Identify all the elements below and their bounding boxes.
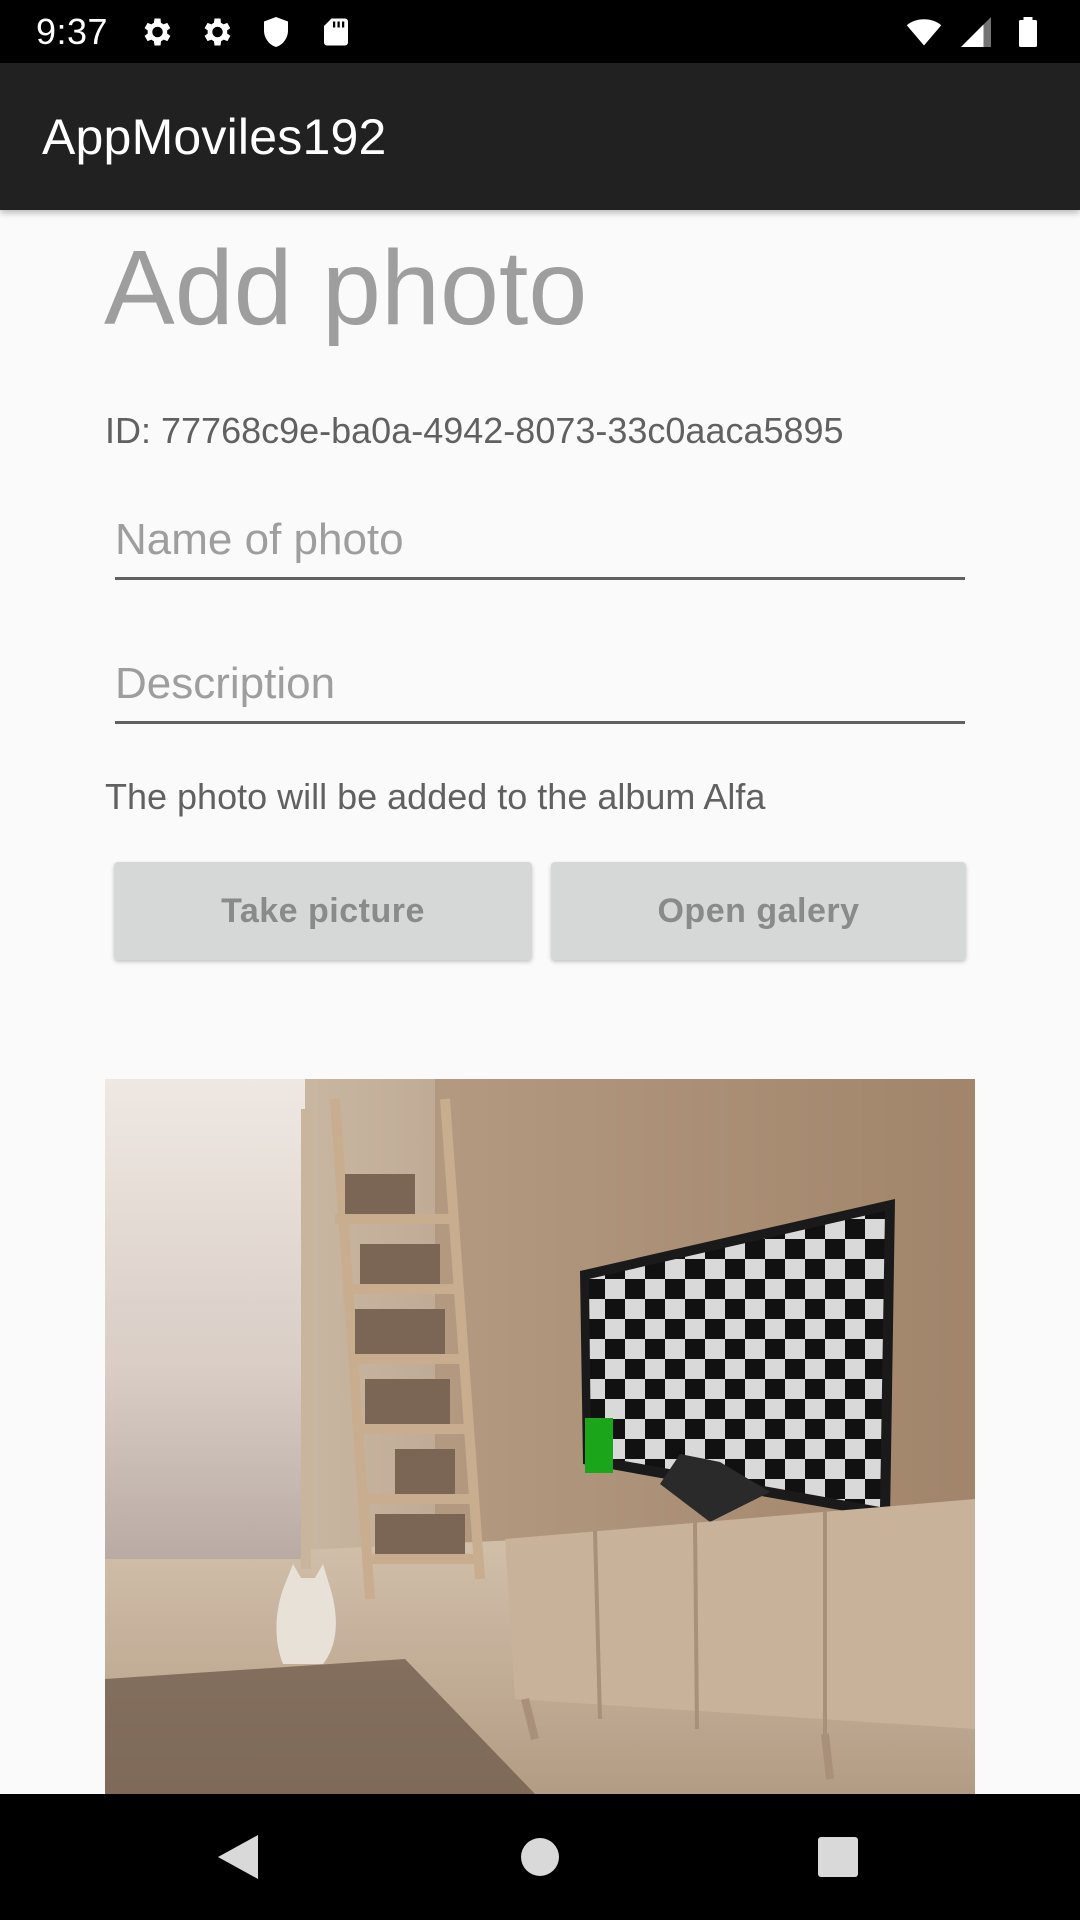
recents-button[interactable] xyxy=(805,1824,871,1890)
back-icon xyxy=(218,1835,258,1879)
recents-icon xyxy=(818,1837,858,1877)
app-bar: AppMoviles192 xyxy=(0,63,1080,210)
navigation-bar xyxy=(0,1794,1080,1920)
settings-icon xyxy=(144,18,171,45)
open-gallery-button[interactable]: Open galery xyxy=(551,862,966,960)
signal-icon xyxy=(961,16,991,47)
photo-name-input[interactable] xyxy=(115,510,965,580)
app-title: AppMoviles192 xyxy=(42,108,387,165)
shield-icon xyxy=(264,16,289,47)
battery-icon xyxy=(1019,16,1037,47)
notification-icons xyxy=(138,14,354,50)
home-icon xyxy=(521,1838,559,1876)
photo-description-input[interactable] xyxy=(115,654,965,724)
wifi-icon xyxy=(906,18,942,45)
back-button[interactable] xyxy=(205,1824,271,1890)
settings-icon xyxy=(204,18,231,45)
take-picture-button[interactable]: Take picture xyxy=(114,862,532,960)
photo-id-label: ID: 77768c9e-ba0a-4942-8073-33c0aaca5895 xyxy=(105,410,844,451)
sd-card-icon xyxy=(324,18,349,45)
photo-preview-image xyxy=(105,1079,975,1794)
status-bar: 9:37 xyxy=(0,0,1080,63)
page-title: Add photo xyxy=(104,229,588,347)
tv-marker xyxy=(585,1418,613,1473)
photo-preview xyxy=(105,1079,975,1794)
status-time: 9:37 xyxy=(36,10,109,52)
screen: 9:37 AppMoviles192 Add photo ID: 77768c9… xyxy=(0,0,1080,1920)
album-note: The photo will be added to the album Alf… xyxy=(105,776,766,817)
home-button[interactable] xyxy=(507,1824,573,1890)
system-icons xyxy=(906,14,1046,50)
